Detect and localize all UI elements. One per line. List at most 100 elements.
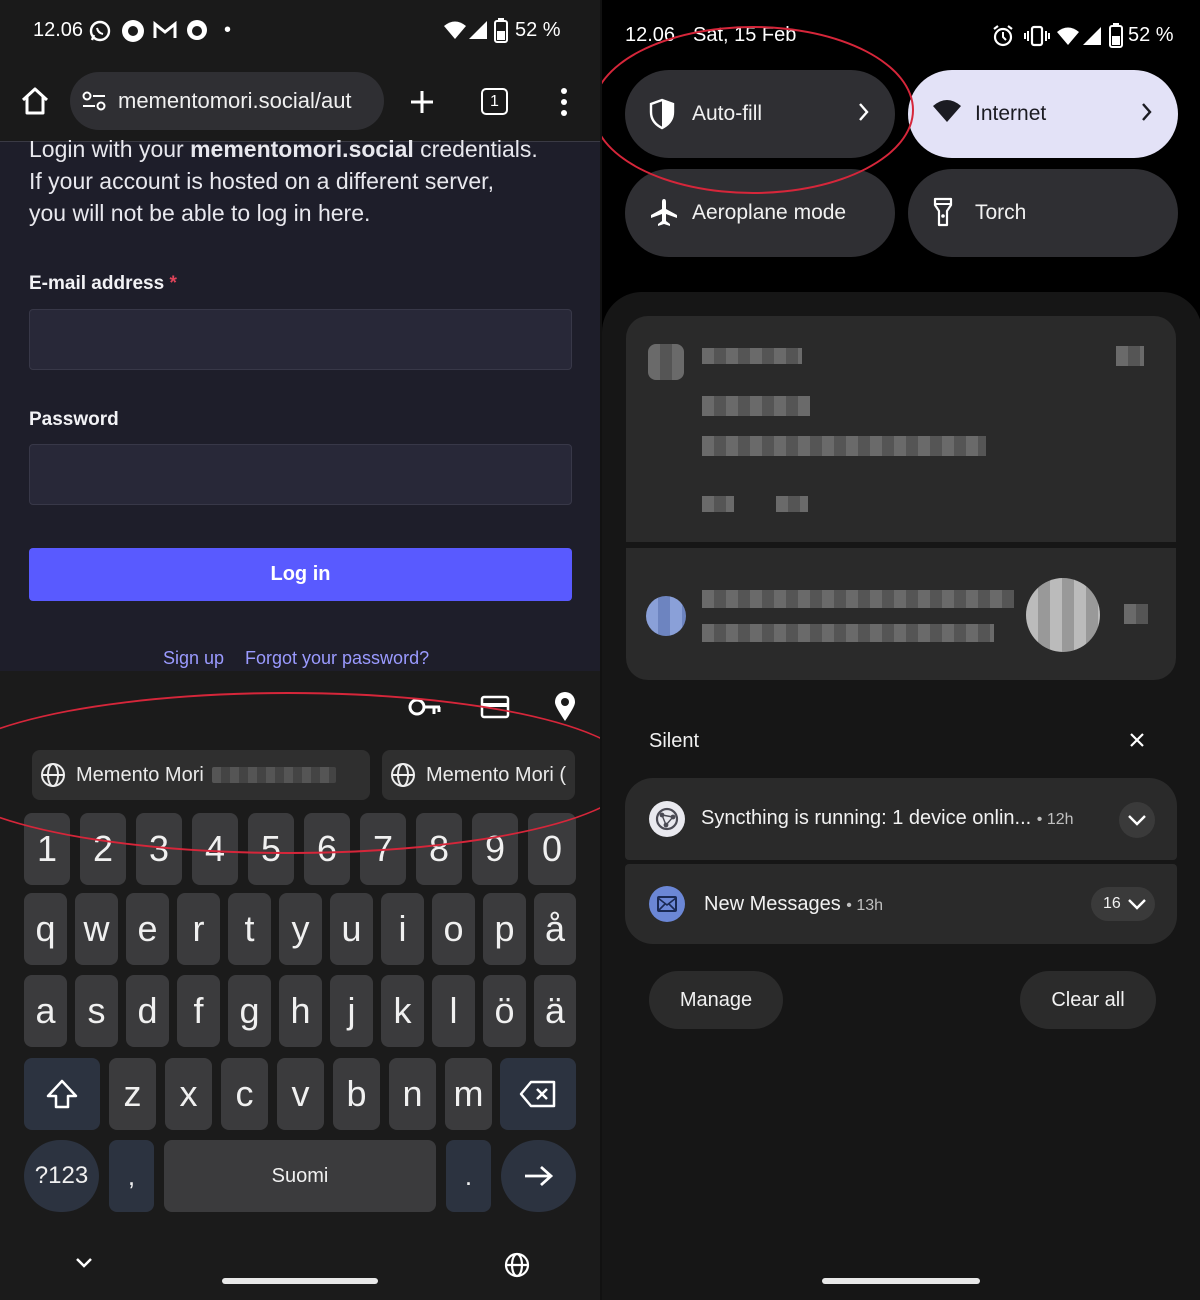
redacted-notification-1[interactable]: [626, 316, 1176, 542]
key-0[interactable]: 0: [528, 813, 576, 885]
key-1[interactable]: 1: [24, 813, 70, 885]
wifi-icon: [1057, 27, 1079, 45]
payment-card-icon[interactable]: [480, 695, 510, 719]
autofill-suggestion-1[interactable]: Memento Mori: [32, 750, 370, 800]
symbols-key[interactable]: ?123: [24, 1140, 99, 1212]
chevron-right-icon: [1142, 103, 1152, 121]
hide-keyboard-chevron-icon[interactable]: [74, 1256, 94, 1270]
key-9[interactable]: 9: [472, 813, 518, 885]
key-a-ring[interactable]: å: [534, 893, 576, 965]
suggestion-1-label: Memento Mori: [76, 763, 204, 786]
key-m[interactable]: m: [445, 1058, 492, 1130]
tile-internet[interactable]: Internet: [908, 70, 1178, 158]
key-d[interactable]: d: [126, 975, 169, 1047]
space-key[interactable]: Suomi: [164, 1140, 436, 1212]
tile-autofill[interactable]: Auto-fill: [625, 70, 895, 158]
key-c[interactable]: c: [221, 1058, 268, 1130]
key-q[interactable]: q: [24, 893, 67, 965]
signal-icon: [1083, 27, 1101, 45]
signup-link[interactable]: Sign up: [163, 648, 224, 669]
site-settings-icon[interactable]: [82, 91, 106, 111]
browser-screen: 12.06 • 52 % mementomori.social/aut 1 Lo…: [0, 0, 600, 1300]
manage-button[interactable]: Manage: [649, 971, 783, 1029]
key-3[interactable]: 3: [136, 813, 182, 885]
redacted-notification-2[interactable]: [626, 548, 1176, 680]
notification-syncthing[interactable]: Syncthing is running: 1 device onlin... …: [625, 778, 1177, 860]
syncthing-expand-button[interactable]: [1119, 802, 1155, 838]
address-bar[interactable]: mementomori.social/aut: [70, 72, 384, 130]
key-v[interactable]: v: [277, 1058, 324, 1130]
new-messages-count-button[interactable]: 16: [1091, 887, 1155, 921]
passwords-key-icon[interactable]: [408, 697, 442, 717]
key-5[interactable]: 5: [248, 813, 294, 885]
new-messages-title: New Messages • 13h: [704, 893, 883, 916]
envelope-icon: [657, 896, 677, 912]
key-u[interactable]: u: [330, 893, 373, 965]
key-b[interactable]: b: [333, 1058, 380, 1130]
key-f[interactable]: f: [177, 975, 220, 1047]
new-tab-icon[interactable]: [409, 89, 435, 115]
enter-key[interactable]: [501, 1140, 576, 1212]
key-2[interactable]: 2: [80, 813, 126, 885]
period-key[interactable]: .: [446, 1140, 491, 1212]
redacted-expand-button: [1116, 346, 1144, 366]
mail-icon: [649, 886, 685, 922]
shift-key[interactable]: [24, 1058, 100, 1130]
autofill-suggestion-2[interactable]: Memento Mori (: [382, 750, 575, 800]
redacted-action-2: [776, 496, 808, 512]
status-time: 12.06: [33, 19, 84, 41]
key-h[interactable]: h: [279, 975, 322, 1047]
autofill-toolbar: [0, 671, 600, 741]
key-k[interactable]: k: [381, 975, 424, 1047]
login-button[interactable]: Log in: [29, 548, 572, 601]
key-a-umlaut[interactable]: ä: [534, 975, 576, 1047]
key-w[interactable]: w: [75, 893, 118, 965]
alarm-icon: [993, 25, 1013, 47]
key-8[interactable]: 8: [416, 813, 462, 885]
key-x[interactable]: x: [165, 1058, 212, 1130]
key-p[interactable]: p: [483, 893, 526, 965]
redacted-message-line: [702, 624, 994, 642]
redacted-app-name: [702, 348, 802, 364]
key-i[interactable]: i: [381, 893, 424, 965]
email-field[interactable]: [29, 309, 572, 370]
language-globe-icon[interactable]: [504, 1252, 530, 1278]
key-s[interactable]: s: [75, 975, 118, 1047]
home-icon[interactable]: [20, 86, 50, 116]
tile-torch[interactable]: Torch: [908, 169, 1178, 257]
key-o-umlaut[interactable]: ö: [483, 975, 526, 1047]
password-field[interactable]: [29, 444, 572, 505]
clear-all-button[interactable]: Clear all: [1020, 971, 1156, 1029]
more-options-icon[interactable]: [558, 87, 570, 117]
forgot-password-link[interactable]: Forgot your password?: [245, 648, 429, 669]
key-g[interactable]: g: [228, 975, 271, 1047]
redacted-contact-photo: [1026, 578, 1100, 652]
comma-key[interactable]: ,: [109, 1140, 154, 1212]
gesture-nav-handle[interactable]: [822, 1278, 980, 1284]
backspace-key[interactable]: [500, 1058, 576, 1130]
chevron-down-icon: [1128, 899, 1146, 910]
key-j[interactable]: j: [330, 975, 373, 1047]
key-4[interactable]: 4: [192, 813, 238, 885]
globe-icon: [391, 763, 415, 787]
key-e[interactable]: e: [126, 893, 169, 965]
location-pin-icon[interactable]: [553, 691, 577, 723]
key-l[interactable]: l: [432, 975, 475, 1047]
intro-line-1-start: Login with your: [29, 136, 191, 162]
key-z[interactable]: z: [109, 1058, 156, 1130]
key-r[interactable]: r: [177, 893, 220, 965]
key-t[interactable]: t: [228, 893, 271, 965]
gesture-nav-handle[interactable]: [222, 1278, 378, 1284]
key-o[interactable]: o: [432, 893, 475, 965]
tile-aeroplane-mode[interactable]: Aeroplane mode: [625, 169, 895, 257]
notification-new-messages[interactable]: New Messages • 13h 16: [625, 864, 1177, 944]
key-a[interactable]: a: [24, 975, 67, 1047]
key-7[interactable]: 7: [360, 813, 406, 885]
new-messages-count: 16: [1103, 895, 1121, 912]
tab-switcher-button[interactable]: 1: [481, 88, 508, 115]
airplane-icon: [651, 199, 677, 226]
close-icon[interactable]: [1129, 732, 1145, 748]
key-y[interactable]: y: [279, 893, 322, 965]
key-n[interactable]: n: [389, 1058, 436, 1130]
key-6[interactable]: 6: [304, 813, 350, 885]
